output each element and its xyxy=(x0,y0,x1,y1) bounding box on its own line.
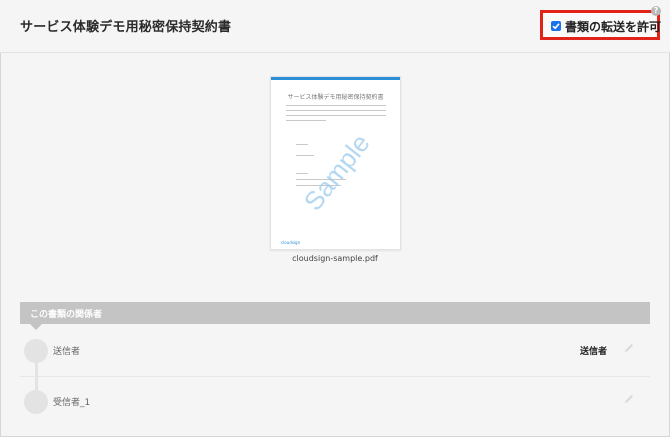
preview-footer-logo: cloudsign xyxy=(281,240,301,245)
page-title: サービス体験デモ用秘密保持契約書 xyxy=(20,20,232,35)
avatar xyxy=(24,339,48,363)
check-icon xyxy=(552,23,560,30)
party-row: 受信者_1 xyxy=(20,377,650,427)
party-name: 送信者 xyxy=(53,347,81,357)
pencil-icon[interactable] xyxy=(623,342,635,354)
parties-section-header: この書類の関係者 xyxy=(20,302,650,330)
avatar xyxy=(24,390,48,414)
preview-text-line xyxy=(296,173,308,174)
preview-top-bar xyxy=(271,77,400,80)
document-filename[interactable]: cloudsign-sample.pdf xyxy=(0,254,670,263)
document-preview[interactable]: サービス体験デモ用秘密保持契約書 Sample cloudsign xyxy=(270,76,401,250)
party-role: 送信者 xyxy=(580,347,608,357)
preview-text-line xyxy=(286,110,386,111)
preview-watermark: Sample xyxy=(297,128,376,217)
allow-transfer-checkbox[interactable] xyxy=(551,21,561,31)
preview-text-line xyxy=(286,105,386,106)
preview-text-line xyxy=(296,155,314,156)
parties-section-title: この書類の関係者 xyxy=(30,310,103,320)
party-name: 受信者_1 xyxy=(53,398,91,408)
preview-text-line xyxy=(286,115,386,116)
preview-text-line xyxy=(296,144,308,145)
pencil-icon[interactable] xyxy=(623,393,635,405)
preview-title: サービス体験デモ用秘密保持契約書 xyxy=(287,94,384,101)
allow-transfer-toggle[interactable]: 書類の転送を許可 xyxy=(540,10,662,40)
allow-transfer-label: 書類の転送を許可 xyxy=(565,20,662,34)
help-icon[interactable]: ? xyxy=(651,6,661,16)
party-row: 送信者 送信者 xyxy=(20,326,650,377)
preview-text-line xyxy=(286,120,326,121)
